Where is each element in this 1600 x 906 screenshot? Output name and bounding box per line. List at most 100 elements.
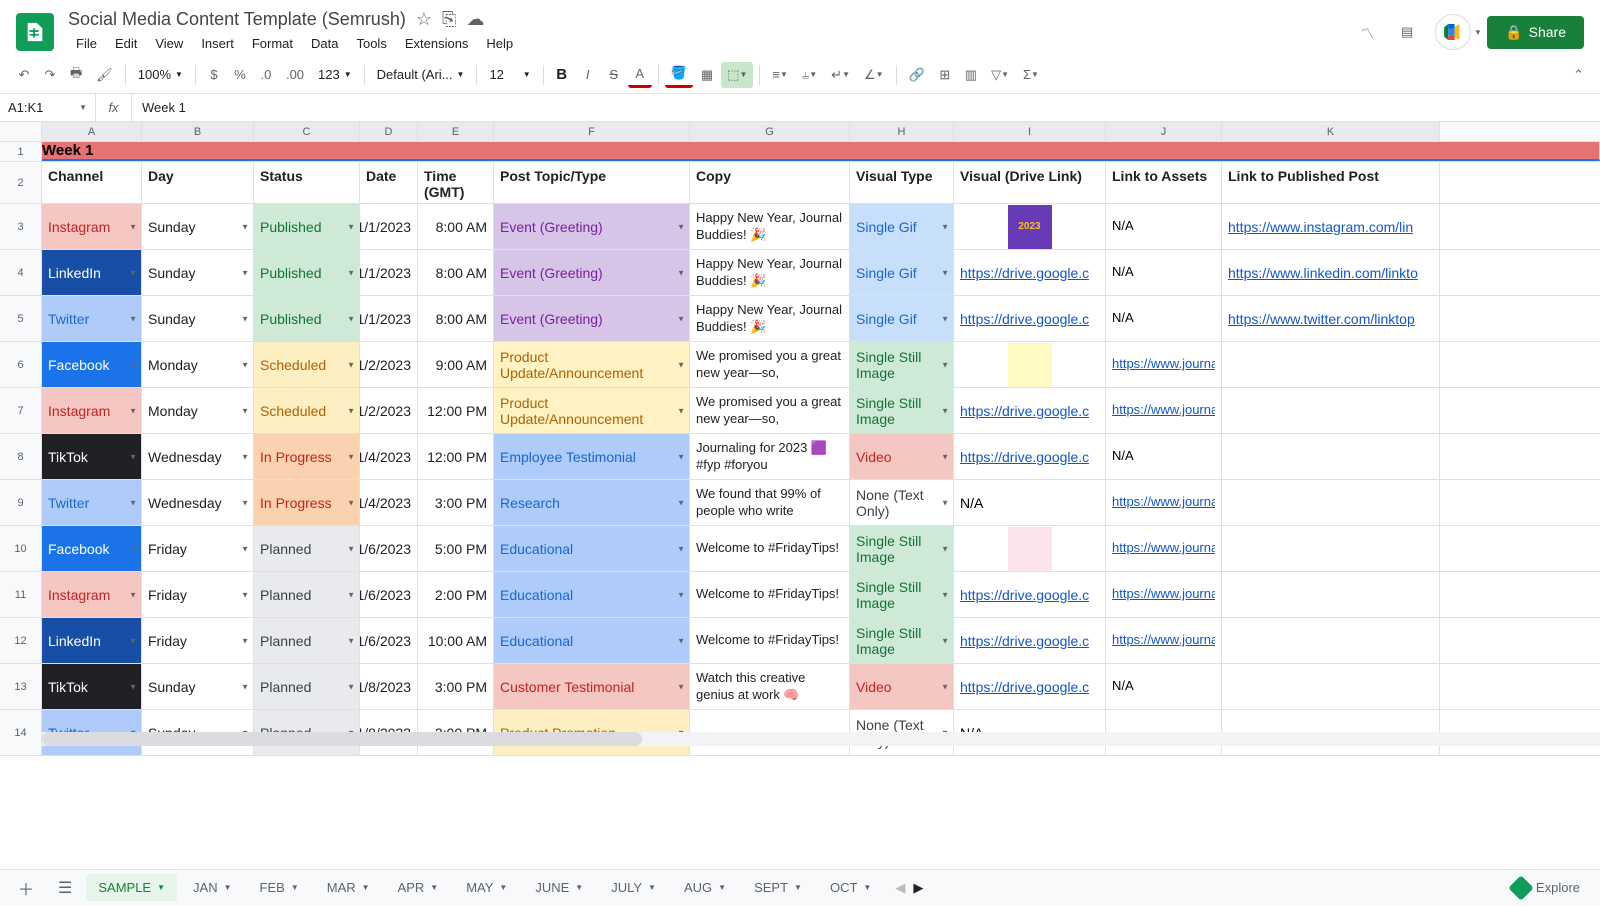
cell-topic[interactable]: Event (Greeting)▼: [494, 296, 690, 341]
hdr-copy[interactable]: Copy: [690, 162, 850, 203]
cell-status[interactable]: Planned▼: [254, 572, 360, 617]
filter-icon[interactable]: ▽ ▼: [985, 62, 1015, 88]
cell-published-link[interactable]: [1222, 434, 1440, 479]
currency-icon[interactable]: $: [202, 62, 226, 88]
cell-day[interactable]: Sunday▼: [142, 204, 254, 249]
cell-time[interactable]: 12:00 PM: [418, 434, 494, 479]
cell-visual-type[interactable]: Video▼: [850, 664, 954, 709]
cell-copy[interactable]: Journaling for 2023 🟪 #fyp #foryou: [690, 434, 850, 479]
sheet-tab[interactable]: JULY ▼: [599, 874, 668, 901]
row-header[interactable]: 13: [0, 664, 42, 709]
cell-day[interactable]: Wednesday▼: [142, 434, 254, 479]
col-header[interactable]: I: [954, 122, 1106, 141]
cell-drive-link[interactable]: N/A: [954, 480, 1106, 525]
fill-color-icon[interactable]: 🪣: [665, 62, 693, 88]
cell-topic[interactable]: Educational▼: [494, 572, 690, 617]
col-header[interactable]: H: [850, 122, 954, 141]
cell-copy[interactable]: Welcome to #FridayTips!: [690, 572, 850, 617]
row-header[interactable]: 14: [0, 710, 42, 755]
cell-copy[interactable]: Happy New Year, Journal Buddies! 🎉: [690, 204, 850, 249]
hdr-status[interactable]: Status: [254, 162, 360, 203]
cell-topic[interactable]: Educational▼: [494, 618, 690, 663]
bold-icon[interactable]: B: [550, 62, 574, 88]
cell-topic[interactable]: Event (Greeting)▼: [494, 250, 690, 295]
cell-channel[interactable]: LinkedIn▼: [42, 618, 142, 663]
tab-scroll-left-icon[interactable]: ◀: [895, 880, 905, 896]
cell-day[interactable]: Friday▼: [142, 572, 254, 617]
cell-date[interactable]: 1/6/2023: [360, 526, 418, 571]
row-header[interactable]: 9: [0, 480, 42, 525]
cell-assets-link[interactable]: https://www.journalingwithfrien: [1106, 480, 1222, 525]
menu-extensions[interactable]: Extensions: [397, 32, 477, 55]
row-header[interactable]: 6: [0, 342, 42, 387]
cell-status[interactable]: In Progress▼: [254, 480, 360, 525]
sheet-tab[interactable]: APR ▼: [386, 874, 451, 901]
row-header[interactable]: 5: [0, 296, 42, 341]
cell-time[interactable]: 10:00 AM: [418, 618, 494, 663]
cell-copy[interactable]: We found that 99% of people who write: [690, 480, 850, 525]
cell-visual-type[interactable]: Single Still Image▼: [850, 618, 954, 663]
cell-time[interactable]: 8:00 AM: [418, 204, 494, 249]
cell-published-link[interactable]: [1222, 572, 1440, 617]
cell-channel[interactable]: Twitter▼: [42, 296, 142, 341]
cell-topic[interactable]: Product Update/Announcement▼: [494, 388, 690, 433]
row-header[interactable]: 7: [0, 388, 42, 433]
col-header[interactable]: D: [360, 122, 418, 141]
cell-published-link[interactable]: [1222, 526, 1440, 571]
cell-time[interactable]: 9:00 AM: [418, 342, 494, 387]
cell-drive-link[interactable]: [954, 342, 1106, 387]
sheets-logo-icon[interactable]: [16, 13, 54, 51]
row-header[interactable]: 10: [0, 526, 42, 571]
cell-published-link[interactable]: https://www.linkedin.com/linkto: [1222, 250, 1440, 295]
insert-comment-icon[interactable]: ⊞: [933, 62, 957, 88]
sheet-tab[interactable]: MAR ▼: [315, 874, 382, 901]
cell-visual-type[interactable]: Video▼: [850, 434, 954, 479]
strikethrough-icon[interactable]: S: [602, 62, 626, 88]
sheet-tab[interactable]: FEB ▼: [248, 874, 311, 901]
row-header[interactable]: 8: [0, 434, 42, 479]
cell-status[interactable]: Scheduled▼: [254, 388, 360, 433]
cell-topic[interactable]: Employee Testimonial▼: [494, 434, 690, 479]
cell-time[interactable]: 3:00 PM: [418, 480, 494, 525]
cell-assets-link[interactable]: N/A: [1106, 664, 1222, 709]
cell-assets-link[interactable]: https://www.journalingwithfrien: [1106, 342, 1222, 387]
cell-time[interactable]: 2:00 PM: [418, 572, 494, 617]
cell-status[interactable]: Planned▼: [254, 664, 360, 709]
all-sheets-icon[interactable]: ☰: [48, 872, 82, 904]
cell-assets-link[interactable]: https://www.journalingwithfrien: [1106, 388, 1222, 433]
cell-day[interactable]: Monday▼: [142, 388, 254, 433]
menu-view[interactable]: View: [147, 32, 191, 55]
cell-visual-type[interactable]: Single Gif▼: [850, 296, 954, 341]
row-header[interactable]: 11: [0, 572, 42, 617]
activity-icon[interactable]: 〽: [1355, 20, 1379, 44]
cell-drive-link[interactable]: https://drive.google.c: [954, 388, 1106, 433]
col-header[interactable]: A: [42, 122, 142, 141]
cell-time[interactable]: 12:00 PM: [418, 388, 494, 433]
cell-date[interactable]: 1/2/2023: [360, 342, 418, 387]
hdr-drive[interactable]: Visual (Drive Link): [954, 162, 1106, 203]
cell-assets-link[interactable]: https://www.journalingwithfriends.com/bl…: [1106, 526, 1222, 571]
tab-scroll-right-icon[interactable]: ▶: [913, 880, 923, 896]
more-formats[interactable]: 123 ▼: [312, 64, 358, 85]
share-button[interactable]: 🔒 Share: [1487, 16, 1584, 49]
cell-channel[interactable]: Facebook▼: [42, 526, 142, 571]
hdr-time[interactable]: Time (GMT): [418, 162, 494, 203]
cell-copy[interactable]: Watch this creative genius at work 🧠: [690, 664, 850, 709]
cell-channel[interactable]: Instagram▼: [42, 204, 142, 249]
cell-assets-link[interactable]: N/A: [1106, 296, 1222, 341]
sheet-tab[interactable]: JAN ▼: [181, 874, 243, 901]
spreadsheet-grid[interactable]: A B C D E F G H I J K 1Week 12 Channel D…: [0, 122, 1600, 782]
sheet-tab[interactable]: SEPT ▼: [742, 874, 814, 901]
cell-time[interactable]: 8:00 AM: [418, 250, 494, 295]
sheet-tab[interactable]: AUG ▼: [672, 874, 738, 901]
functions-icon[interactable]: Σ ▼: [1017, 62, 1045, 88]
hdr-visual[interactable]: Visual Type: [850, 162, 954, 203]
cell-day[interactable]: Wednesday▼: [142, 480, 254, 525]
menu-tools[interactable]: Tools: [348, 32, 394, 55]
hdr-day[interactable]: Day: [142, 162, 254, 203]
hdr-published[interactable]: Link to Published Post: [1222, 162, 1440, 203]
cell-status[interactable]: Planned▼: [254, 618, 360, 663]
cell-published-link[interactable]: https://www.instagram.com/lin: [1222, 204, 1440, 249]
font-select[interactable]: Default (Ari... ▼: [371, 64, 471, 85]
cell-topic[interactable]: Customer Testimonial▼: [494, 664, 690, 709]
